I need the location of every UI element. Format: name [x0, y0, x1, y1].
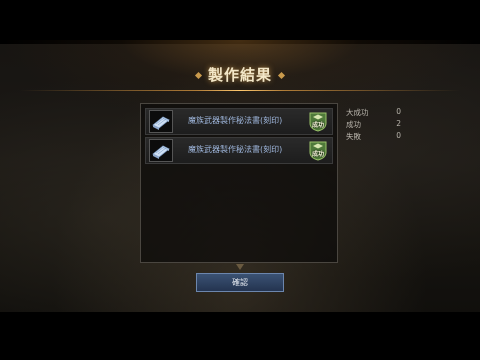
- item-name: 魔族武器製作秘法書(刻印): [188, 116, 283, 125]
- letterbox-top: [0, 0, 480, 44]
- result-row: 魔族武器製作秘法書(刻印) 成功: [145, 137, 333, 164]
- letterbox-bottom: [0, 312, 480, 360]
- result-stats: 大成功 0 成功 2 失敗 0: [346, 107, 401, 143]
- status-badge: 成功: [311, 122, 324, 129]
- result-row: 魔族武器製作秘法書(刻印) 成功: [145, 108, 333, 135]
- status-badge: 成功: [311, 151, 324, 158]
- stat-value: 0: [396, 131, 401, 140]
- stat-label: 成功: [346, 120, 361, 129]
- stat-success: 成功 2: [346, 119, 401, 130]
- title-divider: [20, 90, 460, 91]
- dialog-title: 製作結果: [207, 66, 272, 84]
- item-name: 魔族武器製作秘法書(刻印): [188, 145, 283, 154]
- stat-failure: 失敗 0: [346, 131, 401, 142]
- shield-badge-icon: 成功: [309, 140, 327, 161]
- stat-great-success: 大成功 0: [346, 107, 401, 118]
- scroll-icon: [149, 110, 173, 133]
- shield-badge-icon: 成功: [309, 111, 327, 132]
- confirm-button[interactable]: 確認: [196, 273, 284, 292]
- game-screen: 製作結果 魔族武器製作秘法書(刻印) 成功 魔族武器製作秘法書(刻印) 成功 大…: [0, 0, 480, 360]
- stat-label: 大成功: [346, 108, 369, 117]
- results-panel: 魔族武器製作秘法書(刻印) 成功 魔族武器製作秘法書(刻印) 成功: [140, 103, 338, 263]
- scroll-icon: [149, 139, 173, 162]
- stat-label: 失敗: [346, 132, 361, 141]
- stat-value: 0: [396, 107, 401, 116]
- panel-bottom-ornament: [236, 264, 244, 270]
- stat-value: 2: [396, 119, 401, 128]
